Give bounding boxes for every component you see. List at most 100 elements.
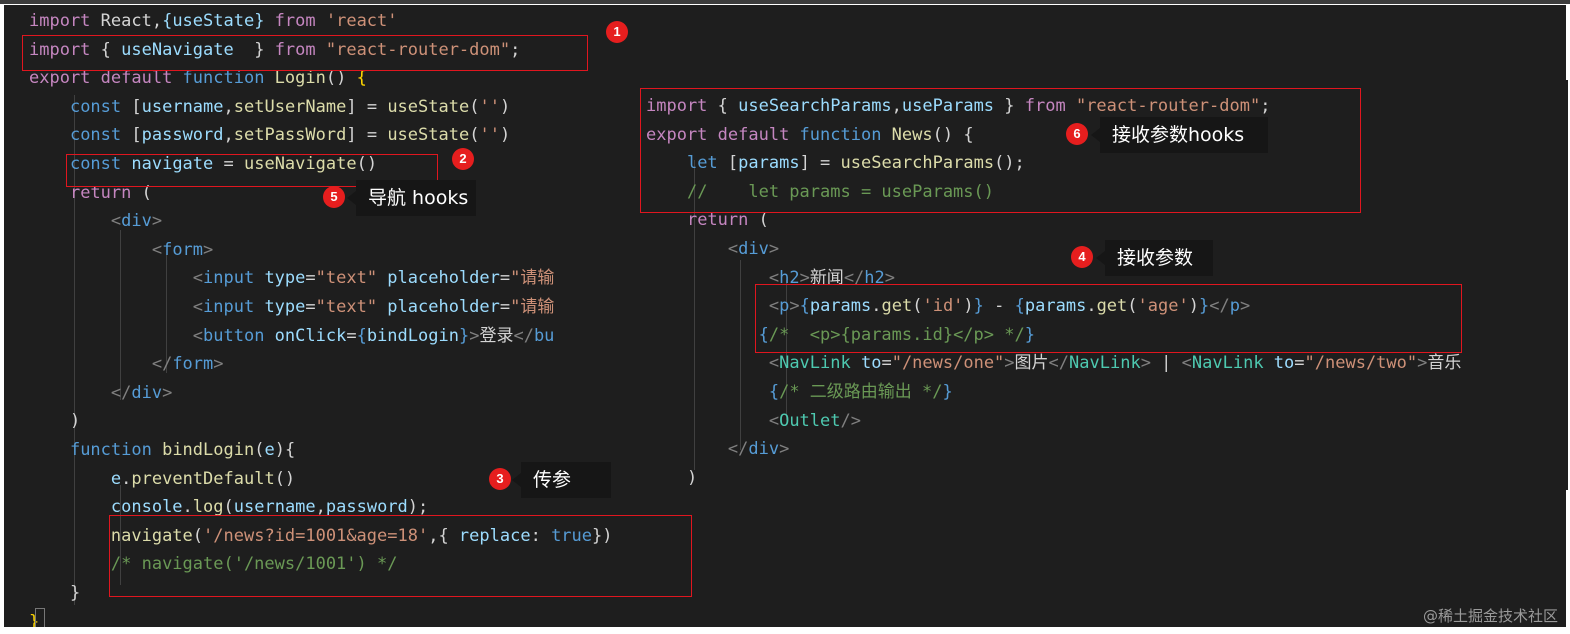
code-token: ( (254, 440, 265, 460)
code-token: , (223, 125, 234, 146)
code-token: < (192, 325, 204, 346)
code-token: default (90, 68, 183, 89)
code-line: {/* 二级路由输出 */} (646, 382, 953, 402)
code-token: | (1150, 353, 1182, 374)
code-token: > (1417, 353, 1428, 374)
code-token: ] = (346, 125, 388, 146)
code-token: to (1263, 353, 1295, 374)
code-token: , (223, 96, 234, 117)
code-token: Outlet (779, 410, 841, 431)
code-token: '' (479, 96, 500, 117)
code-token: from (264, 11, 326, 31)
code-token: } (29, 583, 81, 603)
code-token: < (768, 410, 780, 431)
code-token: 'react' (325, 11, 398, 31)
code-token: </ (727, 439, 749, 460)
code-token: > (151, 211, 163, 232)
code-token: > (1140, 353, 1151, 374)
code-token: placeholder (377, 297, 500, 317)
code-line: const [username,setUserName] = useState(… (29, 97, 510, 117)
code-line: } (29, 583, 80, 603)
code-line: <button onClick={bindLogin}>登录</bu (29, 325, 555, 346)
code-token: preventDefault (131, 468, 275, 489)
code-token: 图片 (1014, 353, 1049, 374)
code-token: > (213, 354, 224, 375)
code-token: ){ (274, 440, 296, 460)
code-token: div (738, 239, 769, 259)
code-token: ) (646, 467, 698, 488)
code-token: /* 二级路由输出 */ (779, 382, 943, 402)
code-line: <input type="text" placeholder="请输 (29, 297, 555, 317)
code-line: <div> (646, 239, 779, 259)
highlight-import-usenavigate (22, 35, 588, 71)
text-cursor (35, 608, 45, 627)
code-token: input (203, 268, 255, 289)
code-token: < (151, 239, 163, 260)
code-token: </ (151, 354, 173, 375)
code-token: const (69, 125, 122, 146)
code-token: = (499, 268, 511, 289)
code-line: import React,{useState} from 'react' (29, 11, 398, 31)
code-token: > (779, 439, 790, 460)
code-token: "text" (315, 268, 378, 289)
code-token: ( (748, 210, 769, 231)
code-line: <form> (29, 240, 213, 260)
code-token: { (356, 325, 367, 346)
code-token: [ (121, 96, 142, 117)
code-token: onClick (264, 325, 347, 346)
code-token: bindLogin (366, 325, 459, 346)
code-token: > (203, 239, 214, 260)
code-token: } (458, 325, 470, 346)
code-token: "text" (315, 297, 378, 317)
code-token: < (192, 297, 204, 317)
code-token: type (254, 268, 306, 289)
code-token: button (203, 325, 265, 346)
code-token: < (727, 239, 739, 259)
badge-6: 6 (1066, 123, 1088, 145)
code-token: () (274, 468, 296, 489)
code-token: {useState} (162, 11, 265, 31)
label-receive-params: 接收参数 (1096, 240, 1213, 276)
code-line: const [password,setPassWord] = useState(… (29, 125, 510, 145)
code-token: /> (840, 410, 861, 431)
code-token: setUserName (233, 96, 347, 117)
code-line: </div> (29, 383, 172, 403)
code-token: 音乐 (1427, 353, 1462, 374)
code-token: ) (29, 411, 81, 432)
code-token: < (110, 211, 122, 232)
code-token: const (69, 96, 122, 117)
code-token: > (1004, 353, 1015, 374)
code-token: "请输 (510, 297, 555, 317)
code-token: useState (387, 125, 470, 146)
code-line: <div> (29, 211, 162, 231)
code-token: = (1294, 353, 1305, 374)
code-token: '' (479, 125, 500, 146)
code-token: "/news/one" (891, 353, 1005, 374)
code-line: <input type="text" placeholder="请输 (29, 268, 555, 289)
code-token: = (305, 297, 316, 317)
code-token: > (469, 325, 480, 346)
badge-3: 3 (489, 468, 511, 490)
code-line: </form> (29, 354, 224, 374)
screenshot-frame: import React,{useState} from 'react' impo… (0, 0, 1570, 634)
code-token: input (203, 297, 255, 317)
top-border (0, 0, 1570, 4)
code-token: < (1181, 353, 1192, 374)
code-token: = (881, 353, 892, 374)
code-token: username (141, 96, 224, 117)
code-token: < (768, 353, 780, 374)
code-token: bindLogin (151, 440, 255, 460)
